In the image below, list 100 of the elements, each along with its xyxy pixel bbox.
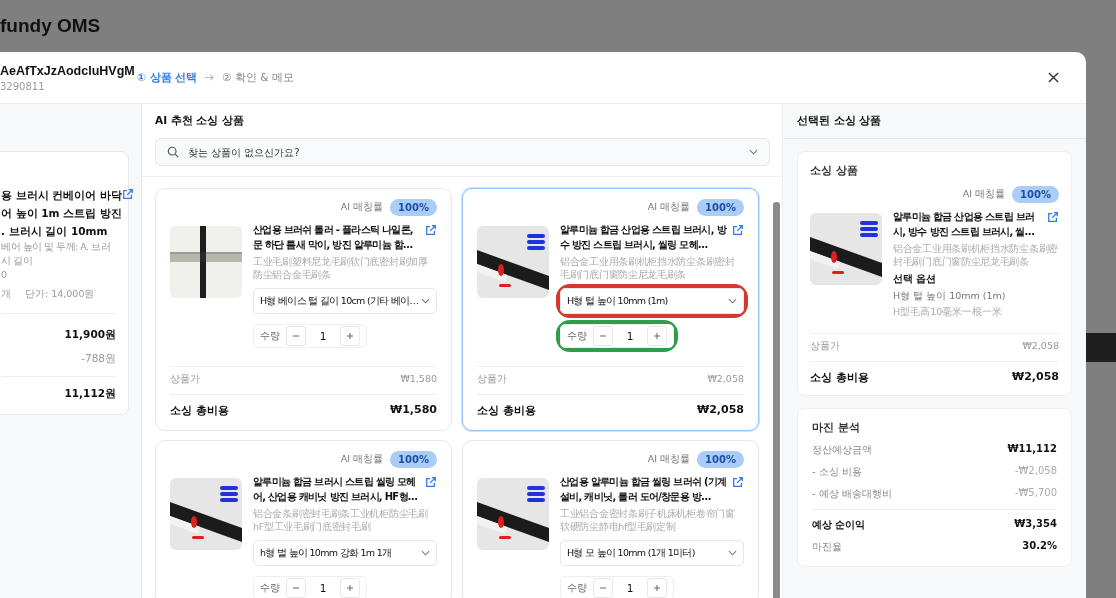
margin-value: 30.2% (1022, 540, 1057, 553)
price-value: ₩1,580 (400, 373, 437, 386)
section-title: 선택된 소싱 상품 (797, 114, 882, 128)
external-link-icon[interactable] (732, 476, 744, 488)
price-value: ₩2,058 (707, 373, 744, 386)
margin-label: 마진율 (812, 540, 842, 554)
match-label: AI 매칭률 (647, 453, 691, 466)
external-link-icon[interactable] (425, 224, 437, 236)
quantity-value[interactable]: 1 (617, 330, 643, 342)
product-title-line: . 브러시 길이 10mm (1, 224, 109, 239)
product-title: 산업용 알루미늄 합금 씰링 브러쉬 (기계 설비, 캐비닛, 롤러 도어/창문용 방… (560, 475, 728, 504)
match-label: AI 매칭률 (962, 188, 1006, 201)
option-select[interactable]: H형 베이스 털 길이 10cm (기타 베이… (253, 288, 437, 314)
arrow-icon (204, 73, 216, 82)
amount-value: 11,900원 (64, 328, 116, 342)
product-card[interactable]: AI 매칭률 100% 알루미늄 합금 산업용 스트립 브러시, 방수 방진 스트립 브러시, 씰링 모헤… 铝合金工业用条刷机柜挡水防尘条刷密封毛刷门底门窗防尘尼龙毛刷条 H형 털 높이 10mm (1m) 수량 1 상품가 ₩2,058 소싱 총비용 ₩2,058 (462, 188, 759, 431)
total-label: 소싱 총비용 (477, 403, 536, 418)
source-title: 铝合金条刷密封毛刷条工业机柜防尘毛刷hF型工业毛刷门底密封毛刷 (253, 507, 429, 533)
minus-button[interactable] (286, 578, 306, 598)
option-text: 0 (1, 268, 8, 282)
match-badge: 100% (697, 451, 744, 468)
match-badge: 100% (1012, 186, 1059, 203)
option-select[interactable]: H형 털 높이 10mm (1m) (560, 288, 744, 314)
unit-price: 단가: 14,000원 (25, 288, 95, 301)
margin-value: ₩11,112 (1007, 443, 1057, 456)
total-label: 소싱 총비용 (810, 370, 869, 385)
total-value: ₩2,058 (1012, 370, 1059, 385)
margin-label: 정산예상금액 (812, 443, 872, 457)
plus-button[interactable] (647, 326, 667, 346)
match-label: AI 매칭률 (647, 201, 691, 214)
quantity-label: 수량 (567, 329, 587, 343)
total-label: 소싱 총비용 (170, 403, 229, 418)
quantity-label: 수량 (567, 581, 587, 595)
quantity-value[interactable]: 1 (310, 330, 336, 342)
quantity-value[interactable]: 1 (617, 582, 643, 594)
source-title: 工业铝合金密封条刷子机床机柜卷帘门窗软硬防尘静电hf型毛刷定制 (560, 507, 736, 533)
product-title: 알루미늄 합금 브러시 스트립 씰링 모헤어, 산업용 캐비닛 방진 브러시, HF형… (253, 475, 419, 504)
card-title: 소싱 상품 (810, 164, 859, 178)
margin-value: -₩5,700 (1014, 487, 1057, 500)
order-number: 3290811 (0, 80, 46, 92)
match-label: AI 매칭률 (340, 201, 384, 214)
product-card[interactable]: AI 매칭률 100% 산업용 알루미늄 합금 씰링 브러쉬 (기계 설비, 캐비닛, 롤러 도어/창문용 방… 工业铝合金密封条刷子机床机柜卷帘门窗软硬防尘静电hf型毛刷定制 H형 모 높이 10mm (1개 1미터) 수량 1 (462, 440, 759, 598)
total-value: ₩2,058 (697, 403, 744, 418)
margin-label: 예상 순이익 (812, 518, 866, 532)
match-badge: 100% (390, 199, 437, 216)
quantity-value[interactable]: 1 (310, 582, 336, 594)
product-title: 알루미늄 합금 산업용 스트립 브러시, 방수 방진 스트립 브러시, 씰링 모헤… (560, 223, 728, 252)
chevron-icon (421, 550, 430, 556)
external-link-icon[interactable] (425, 476, 437, 488)
plus-button[interactable] (340, 326, 360, 346)
external-link-icon[interactable] (732, 224, 744, 236)
option-label: 선택 옵션 (893, 273, 938, 286)
chevron-icon (728, 550, 737, 556)
quantity-text: 개 (1, 288, 11, 301)
product-card[interactable]: AI 매칭률 100% 알루미늄 합금 브러시 스트립 씰링 모헤어, 산업용 캐비닛 방진 브러시, HF형… 铝合金条刷密封毛刷条工业机柜防尘毛刷hF型工业毛刷门底密封毛刷 h형 벌 높이 10mm 강화 1m 1개 수량 1 (155, 440, 452, 598)
total-value: ₩1,580 (390, 403, 437, 418)
external-link-icon[interactable] (1047, 211, 1059, 223)
margin-value: ₩3,354 (1014, 518, 1057, 531)
app-title: fundy OMS (0, 15, 101, 37)
plus-button[interactable] (647, 578, 667, 598)
step-tab[interactable]: ② 확인 & 메모 (222, 70, 294, 85)
close-icon[interactable] (1048, 72, 1059, 83)
option-select[interactable]: H형 모 높이 10mm (1개 1미터) (560, 540, 744, 566)
minus-button[interactable] (593, 326, 613, 346)
product-card[interactable]: AI 매칭률 100% 산업용 브러쉬 롤러 - 플라스틱 나일론, 문 하단 틈새 막이, 방진 알루미늄 함… 工业毛刷塑料尼龙毛刷软门底密封刷加厚防尘铝合金毛刷条 H형 베이스 털 길이 10cm (기타 베이… 수량 1 상품가 ₩1,580 소싱 총비용 ₩1,580 (155, 188, 452, 431)
price-value: ₩2,058 (1022, 340, 1059, 353)
source-title: 工业毛刷塑料尼龙毛刷软门底密封刷加厚防尘铝合金毛刷条 (253, 255, 429, 281)
price-label: 상품가 (170, 373, 200, 386)
background-row (1086, 333, 1116, 362)
minus-button[interactable] (286, 326, 306, 346)
search-icon (167, 146, 179, 158)
margin-label: - 예상 배송대행비 (812, 487, 892, 501)
price-label: 상품가 (810, 340, 840, 353)
source-title: 铝合金工业用条刷机柜挡水防尘条刷密封毛刷门底门窗防尘尼龙毛刷条 (560, 255, 736, 281)
chevron-icon (749, 149, 758, 155)
section-title: AI 추천 소싱 상품 (155, 114, 244, 128)
match-label: AI 매칭률 (340, 453, 384, 466)
option-select[interactable]: h형 벌 높이 10mm 강화 1m 1개 (253, 540, 437, 566)
margin-label: - 소싱 비용 (812, 465, 862, 479)
quantity-label: 수량 (260, 581, 280, 595)
product-title: 산업용 브러쉬 롤러 - 플라스틱 나일론, 문 하단 틈새 막이, 방진 알루미늄 함… (253, 223, 414, 252)
match-badge: 100% (390, 451, 437, 468)
margin-value: -₩2,058 (1014, 465, 1057, 478)
step-tab[interactable]: ① 상품 선택 (137, 70, 198, 85)
price-label: 상품가 (477, 373, 507, 386)
minus-button[interactable] (593, 578, 613, 598)
option-text: 베어 높이 및 두께: A. 브러시 길이 (1, 240, 112, 268)
order-title: AeAfTxJzAodcluHVgM (0, 63, 136, 78)
option-value: H형 털 높이 10mm (1m) (893, 290, 1007, 303)
card-title: 마진 분석 (812, 421, 861, 435)
quantity-label: 수량 (260, 329, 280, 343)
source-title: 铝合金工业用条刷机柜挡水防尘条刷密封毛刷门底门窗防尘尼龙毛刷条 (893, 242, 1059, 268)
search-field[interactable]: 찾는 상품이 없으신가요? (155, 138, 770, 166)
plus-button[interactable] (340, 578, 360, 598)
product-title-line: 용 브러시 컨베이어 바닥 (1, 188, 122, 203)
chevron-icon (728, 298, 737, 304)
match-badge: 100% (697, 199, 744, 216)
amount-value: -788원 (81, 352, 116, 366)
external-link-icon[interactable] (121, 188, 134, 200)
product-title-line: 어 높이 1m 스트립 방진 (1, 206, 122, 221)
